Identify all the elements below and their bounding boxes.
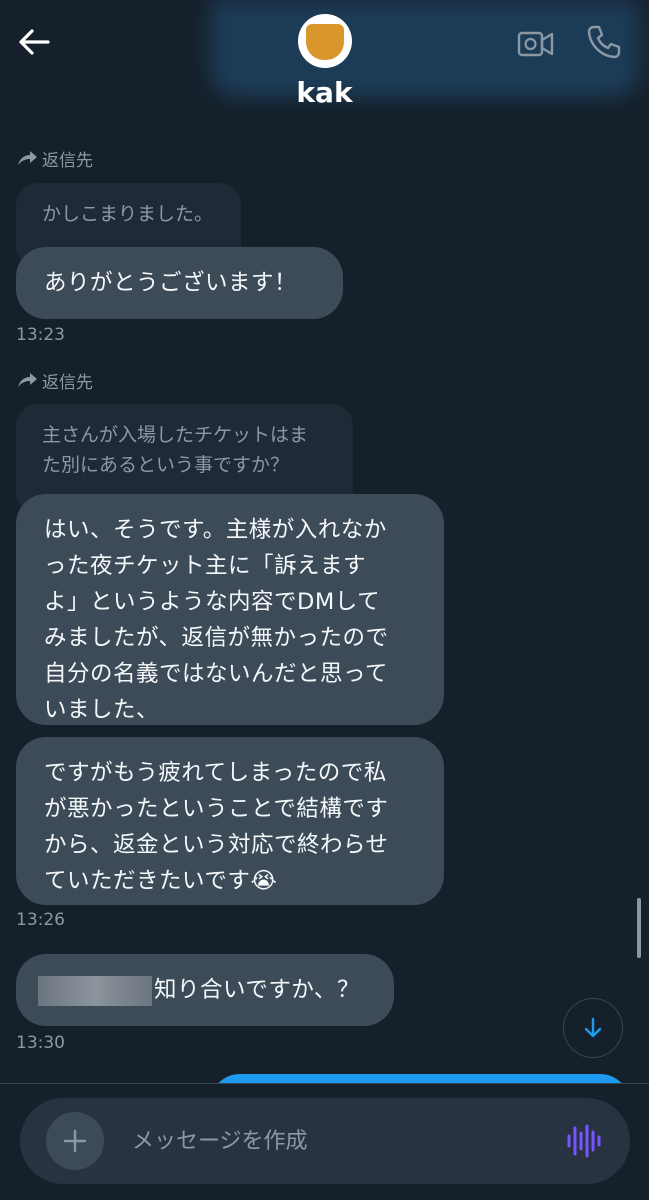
message-bubble[interactable]: ですがもう疲れてしまったので私 が悪かったということで結構です から、返金という… [16, 737, 444, 905]
back-button[interactable] [14, 22, 54, 62]
message-line: が悪かったということで結構です [44, 796, 389, 822]
arrow-left-icon [19, 29, 50, 55]
avatar[interactable] [298, 14, 352, 68]
contact-name[interactable]: kak [0, 76, 649, 109]
scrollbar[interactable] [637, 898, 641, 958]
message-line: はい、そうです。主様が入れなか [44, 517, 387, 543]
video-call-icon [517, 31, 554, 57]
message-line: みましたが、返信が無かったので [44, 625, 389, 651]
message-bubble[interactable]: ありがとうございます！ [16, 247, 343, 319]
reply-label-text: 返信先 [42, 151, 93, 171]
message-line: 自分の名義ではないんだと思って [44, 661, 388, 687]
voice-message-button[interactable] [563, 1122, 603, 1160]
message-line: ですがもう疲れてしまったので私 [44, 760, 387, 786]
video-call-button[interactable] [516, 24, 556, 64]
reply-arrow-icon [18, 372, 37, 387]
message-bubble[interactable]: はい、そうです。主様が入れなか った夜チケット主に「訴えます よ」というような内… [16, 494, 444, 725]
message-line: よ」というような内容でDMして [44, 589, 381, 615]
reply-arrow-icon [18, 150, 37, 165]
message-line: ていただきたいです😭 [44, 868, 278, 894]
scroll-to-bottom-button[interactable] [563, 998, 623, 1058]
reply-indicator: 返信先 [16, 146, 93, 171]
message-timestamp: 13:23 [16, 325, 65, 345]
divider [0, 1083, 649, 1084]
add-media-button[interactable] [46, 1112, 104, 1170]
phone-icon [587, 25, 621, 59]
plus-icon [63, 1129, 87, 1153]
avatar-image [306, 24, 344, 60]
message-line: から、返金という対応で終わらせ [44, 832, 389, 858]
message-line: った夜チケット主に「訴えます [44, 553, 367, 579]
quoted-line: 主さんが入場したチケットはま [42, 424, 309, 446]
reply-indicator: 返信先 [16, 368, 93, 393]
message-line: いました、 [44, 697, 160, 723]
message-bubble[interactable]: 知り合いですか、？ [16, 954, 394, 1026]
phone-call-button[interactable] [584, 22, 624, 62]
quoted-line: た別にあるという事ですか？ [42, 454, 290, 476]
reply-label-text: 返信先 [42, 373, 93, 393]
arrow-down-icon [584, 1017, 602, 1038]
redacted-text [38, 975, 152, 1006]
message-input[interactable] [130, 1122, 514, 1160]
quoted-line: かしこまりました。 [42, 203, 214, 225]
message-line: 知り合いですか、？ [154, 977, 360, 1003]
voice-waveform-icon [567, 1124, 601, 1158]
message-timestamp: 13:30 [16, 1033, 65, 1053]
message-timestamp: 13:26 [16, 910, 65, 930]
message-line: ありがとうございます！ [44, 270, 298, 296]
